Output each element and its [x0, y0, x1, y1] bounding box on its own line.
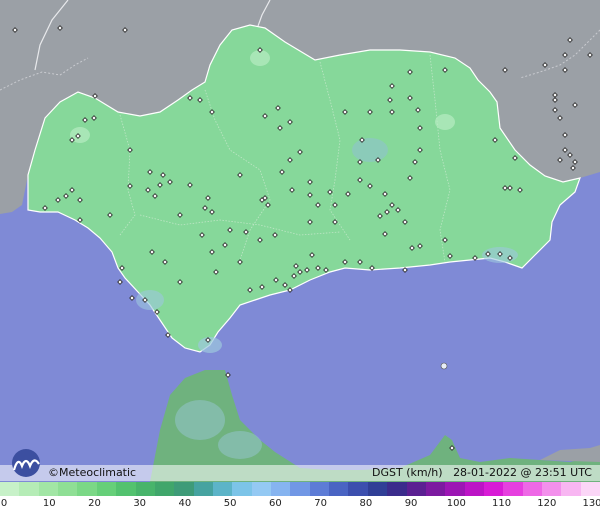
scale-swatch: [387, 482, 407, 496]
scale-swatch: [232, 482, 252, 496]
variable-label: DGST (km/h): [372, 466, 443, 479]
datetime-label: 28-01-2022 @ 23:51 UTC: [453, 466, 592, 479]
scale-swatch: [96, 482, 117, 496]
scale-tick-label: 110: [491, 498, 512, 509]
scale-swatch: [464, 482, 484, 496]
weather-map: ©Meteoclimatic DGST (km/h) 28-01-2022 @ …: [0, 0, 600, 517]
scale-swatch: [212, 482, 233, 496]
scale-swatch: [309, 482, 330, 496]
map-canvas: [0, 0, 600, 482]
scale-swatch: [503, 482, 523, 496]
scale-bar: [0, 482, 600, 496]
scale-swatch: [77, 482, 97, 496]
scale-tick-label: 100: [446, 498, 466, 509]
scale-tick-label: 0: [0, 498, 8, 509]
scale-swatch: [154, 482, 175, 496]
wind-patch: [352, 138, 388, 162]
scale-tick-label: 50: [223, 498, 237, 509]
scale-swatch: [0, 482, 20, 496]
scale-tick-label: 10: [42, 498, 56, 509]
scale-swatch: [367, 482, 388, 496]
scale-swatch: [348, 482, 368, 496]
scale-swatch: [445, 482, 465, 496]
scale-swatch: [290, 482, 310, 496]
scale-swatch: [561, 482, 581, 496]
scale-tick-label: 70: [314, 498, 327, 509]
scale-swatch: [329, 482, 349, 496]
scale-swatch: [135, 482, 155, 496]
scale-tick-label: 90: [404, 498, 418, 509]
wind-patch: [136, 290, 164, 310]
scale-swatch: [116, 482, 136, 496]
brand-label: ©Meteoclimatic: [48, 466, 137, 479]
scale-tick-label: 80: [359, 498, 373, 509]
scale-tick-label: 20: [88, 498, 101, 509]
scale-swatch: [19, 482, 39, 496]
scale-swatch: [406, 482, 426, 496]
scale-tick-label: 130: [582, 498, 600, 509]
scale-tick-label: 40: [178, 498, 192, 509]
scale-tick-label: 60: [269, 498, 282, 509]
scale-swatch: [522, 482, 543, 496]
scale-swatch: [542, 482, 562, 496]
meteoclimatic-logo: [12, 449, 40, 477]
scale-swatch: [193, 482, 213, 496]
scale-tick-label: 30: [133, 498, 147, 509]
island-marker: [440, 362, 448, 370]
scale-swatch: [483, 482, 504, 496]
scale-swatch: [38, 482, 59, 496]
scale-tick-label: 120: [537, 498, 557, 509]
wind-patch: [435, 114, 455, 130]
scale-swatch: [174, 482, 194, 496]
wind-patch: [218, 431, 262, 459]
color-scale: 0 10 20 30 40 50 60 70 80 90 100 110 120 130: [0, 482, 600, 517]
info-label: DGST (km/h) 28-01-2022 @ 23:51 UTC: [372, 466, 592, 480]
scale-swatch: [58, 482, 78, 496]
wind-patch: [175, 400, 225, 440]
scale-swatch: [580, 482, 600, 496]
scale-ticks: 0 10 20 30 40 50 60 70 80 90 100 110 120 130: [0, 496, 600, 517]
scale-swatch: [271, 482, 291, 496]
scale-swatch: [425, 482, 446, 496]
scale-swatch: [251, 482, 272, 496]
